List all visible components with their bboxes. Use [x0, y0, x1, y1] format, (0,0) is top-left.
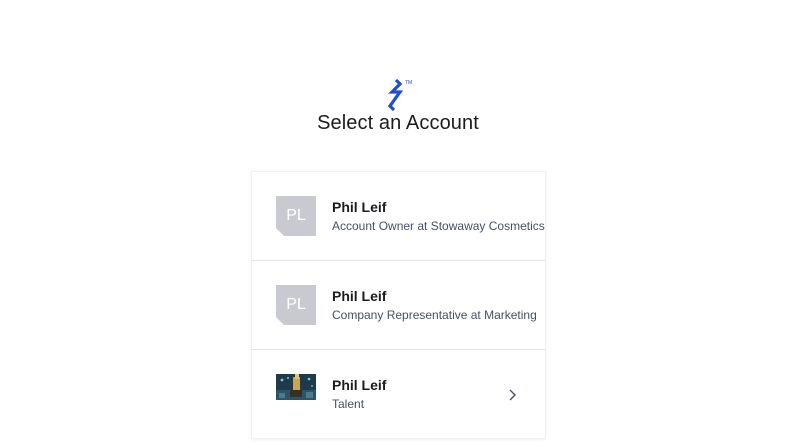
avatar: PL: [276, 285, 316, 325]
account-row-3[interactable]: Phil Leif Talent: [252, 350, 545, 438]
account-role: Account Owner at Stowaway Cosmetics: [332, 219, 545, 233]
toptal-logo-icon: TM: [382, 78, 414, 112]
account-list: PL Phil Leif Account Owner at Stowaway C…: [252, 172, 545, 438]
account-name: Phil Leif: [332, 288, 387, 304]
svg-text:TM: TM: [405, 80, 412, 86]
page-title: Select an Account: [317, 112, 479, 134]
account-name: Phil Leif: [332, 377, 387, 393]
account-row-2[interactable]: PL Phil Leif Company Representative at M…: [252, 261, 545, 350]
avatar-photo: [276, 374, 316, 400]
account-name: Phil Leif: [332, 199, 387, 215]
avatar: PL: [276, 196, 316, 236]
account-row-1[interactable]: PL Phil Leif Account Owner at Stowaway C…: [252, 172, 545, 261]
account-role: Company Representative at Marketing: [332, 308, 537, 322]
chevron-right-icon[interactable]: [507, 388, 517, 402]
account-role: Talent: [332, 397, 365, 411]
